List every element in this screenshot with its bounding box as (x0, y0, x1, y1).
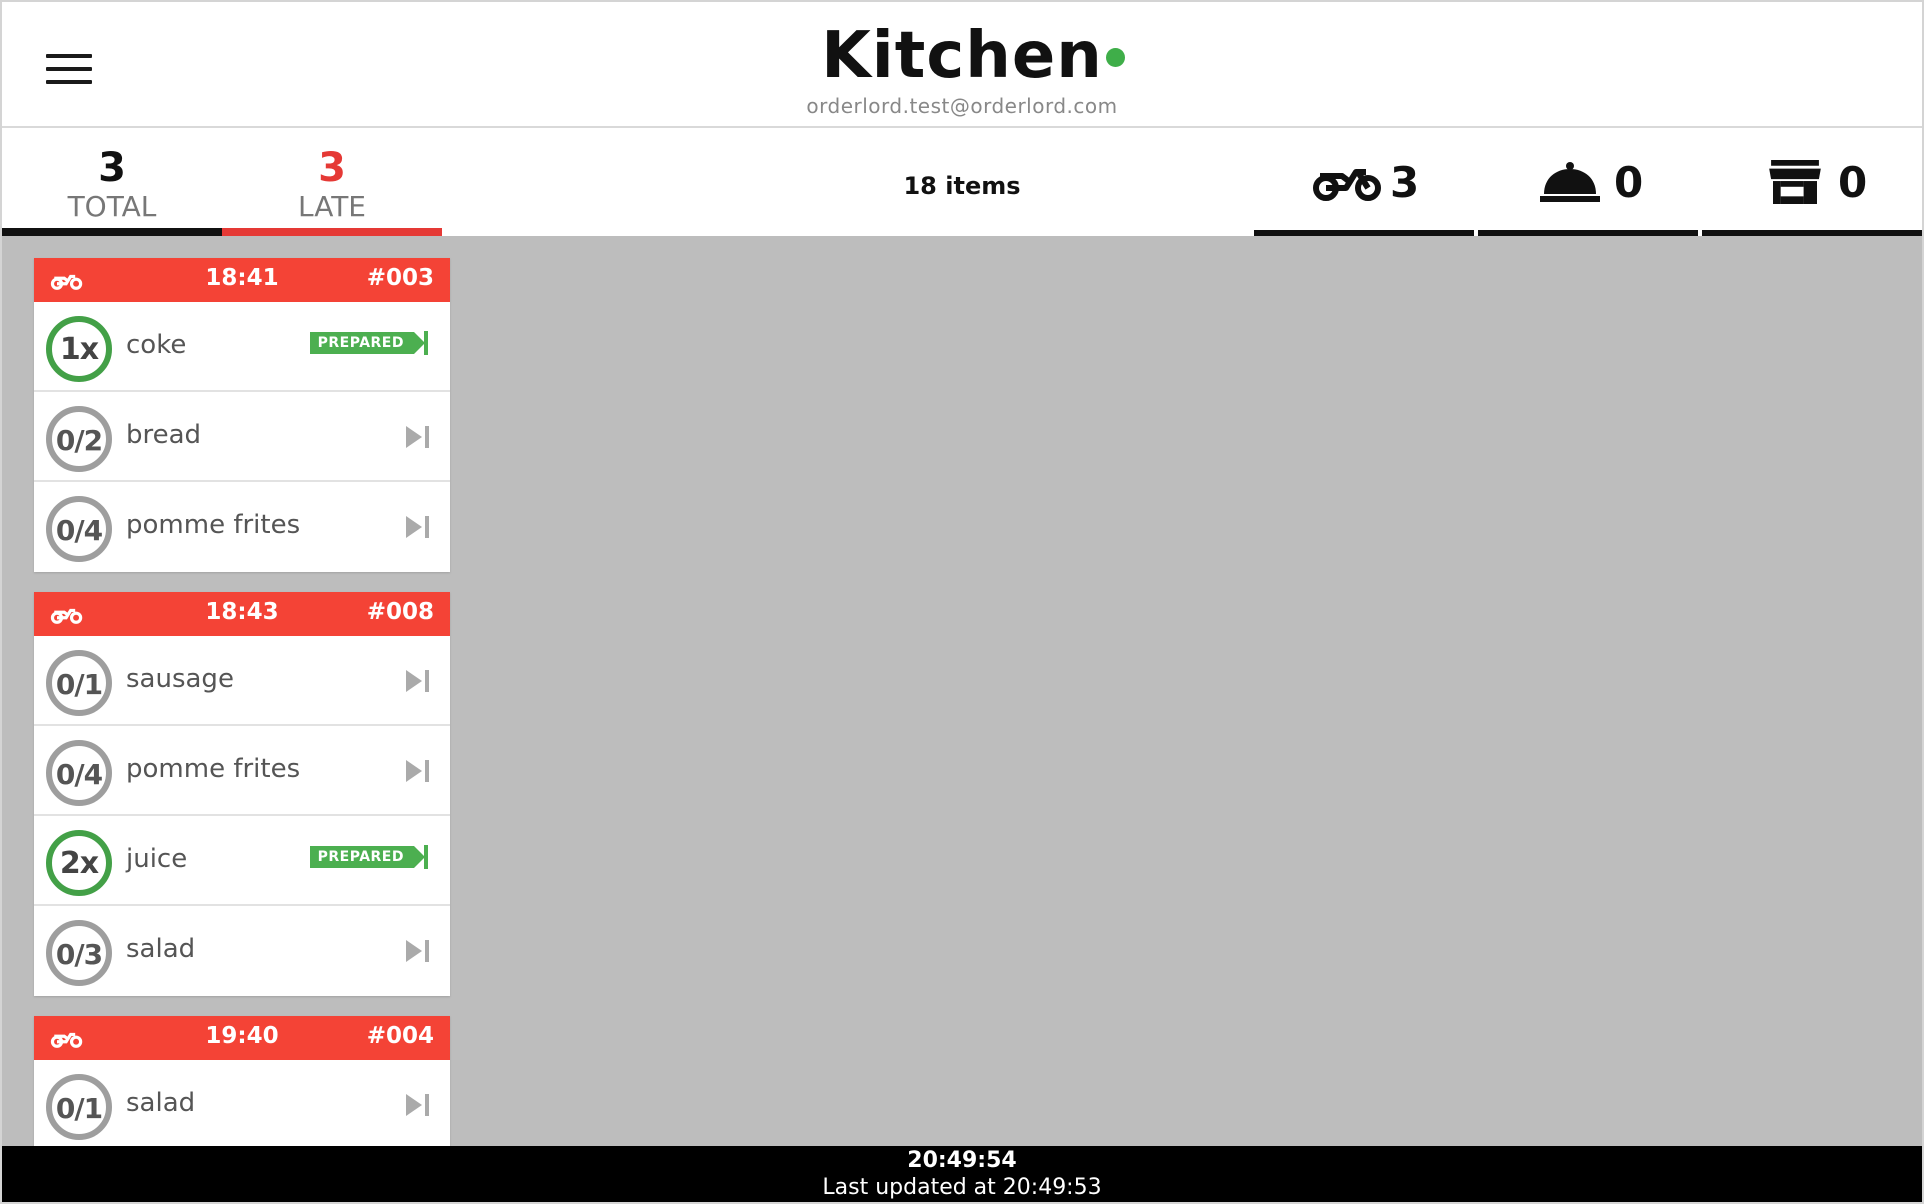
app-header: Kitchen orderlord.test@orderlord.com (2, 2, 1922, 128)
item-quantity: 0/4 (55, 758, 103, 791)
order-number: #008 (366, 599, 434, 625)
skip-next-icon[interactable] (404, 758, 430, 784)
skip-next-icon[interactable] (404, 668, 430, 694)
skip-next-icon[interactable] (404, 938, 430, 964)
order-item[interactable]: 1x coke PREPARED (34, 302, 450, 392)
order-item[interactable]: 0/2 bread (34, 392, 450, 482)
status-footer: 20:49:54 Last updated at 20:49:53 (2, 1146, 1922, 1202)
item-quantity: 0/2 (55, 424, 103, 457)
quantity-ring: 0/4 (46, 496, 112, 562)
items-count: 18 items (903, 172, 1021, 200)
order-number: #003 (366, 265, 434, 291)
order-number: #004 (366, 1023, 434, 1049)
order-item[interactable]: 0/4 pomme frites (34, 482, 450, 572)
tab-total[interactable]: 3 TOTAL (2, 130, 222, 236)
prepared-label: PREPARED (309, 332, 426, 354)
tab-late[interactable]: 3 LATE (222, 130, 442, 236)
quantity-ring: 1x (46, 316, 112, 382)
late-count: 3 (318, 145, 346, 191)
summary-bar: 3 TOTAL 3 LATE 18 items 3 0 0 (2, 130, 1922, 236)
item-quantity: 0/3 (55, 938, 103, 971)
quantity-ring: 0/3 (46, 920, 112, 986)
item-name: coke (126, 330, 187, 360)
last-updated: Last updated at 20:49:53 (822, 1175, 1102, 1200)
item-name: salad (126, 934, 196, 964)
skip-next-icon[interactable] (404, 1092, 430, 1118)
takeaway-count: 0 (1838, 158, 1868, 207)
filter-dine-in[interactable]: 0 (1478, 130, 1698, 236)
store-icon (1769, 160, 1821, 204)
item-quantity: 0/1 (55, 1092, 103, 1125)
order-item[interactable]: 2x juice PREPARED (34, 816, 450, 906)
current-time: 20:49:54 (907, 1148, 1017, 1173)
item-name: salad (126, 1088, 196, 1118)
late-label: LATE (297, 190, 367, 223)
online-status-dot (1106, 48, 1125, 67)
order-header: 19:40 #004 (34, 1016, 450, 1060)
quantity-ring: 0/4 (46, 740, 112, 806)
filter-takeaway[interactable]: 0 (1702, 130, 1922, 236)
cloche-icon (1540, 162, 1600, 202)
quantity-ring: 0/1 (46, 1074, 112, 1140)
order-card[interactable]: 19:40 #004 0/1 salad (34, 1016, 450, 1146)
item-name: juice (126, 844, 188, 874)
order-item[interactable]: 0/1 sausage (34, 636, 450, 726)
item-quantity: 0/1 (55, 668, 103, 701)
quantity-ring: 0/1 (46, 650, 112, 716)
item-quantity: 1x (59, 332, 99, 367)
item-quantity: 0/4 (55, 514, 103, 547)
total-label: TOTAL (67, 190, 157, 223)
quantity-ring: 0/2 (46, 406, 112, 472)
item-name: bread (126, 420, 202, 450)
order-header: 18:43 #008 (34, 592, 450, 636)
order-header: 18:41 #003 (34, 258, 450, 302)
page-title: Kitchen (821, 19, 1103, 93)
prepared-label: PREPARED (309, 846, 426, 868)
order-card[interactable]: 18:41 #003 1x coke PREPARED 0/2 bread 0/… (34, 258, 450, 572)
order-item[interactable]: 0/4 pomme frites (34, 726, 450, 816)
motorcycle-icon (1313, 169, 1381, 201)
orders-board: 18:41 #003 1x coke PREPARED 0/2 bread 0/… (2, 236, 1922, 1146)
item-name: pomme frites (126, 754, 301, 784)
item-name: pomme frites (126, 510, 301, 540)
account-email: orderlord.test@orderlord.com (806, 94, 1118, 118)
order-item[interactable]: 0/3 salad (34, 906, 450, 996)
quantity-ring: 2x (46, 830, 112, 896)
order-card[interactable]: 18:43 #008 0/1 sausage 0/4 pomme frites … (34, 592, 450, 996)
dine-in-count: 0 (1614, 158, 1644, 207)
total-count: 3 (98, 145, 126, 191)
tab-total-underline (2, 228, 222, 236)
item-quantity: 2x (59, 846, 99, 881)
order-item[interactable]: 0/1 salad (34, 1060, 450, 1146)
filter-delivery[interactable]: 3 (1254, 130, 1474, 236)
item-name: sausage (126, 664, 234, 694)
skip-next-icon[interactable] (404, 424, 430, 450)
delivery-count: 3 (1390, 158, 1420, 207)
skip-next-icon[interactable] (404, 514, 430, 540)
tab-late-underline (222, 228, 442, 236)
